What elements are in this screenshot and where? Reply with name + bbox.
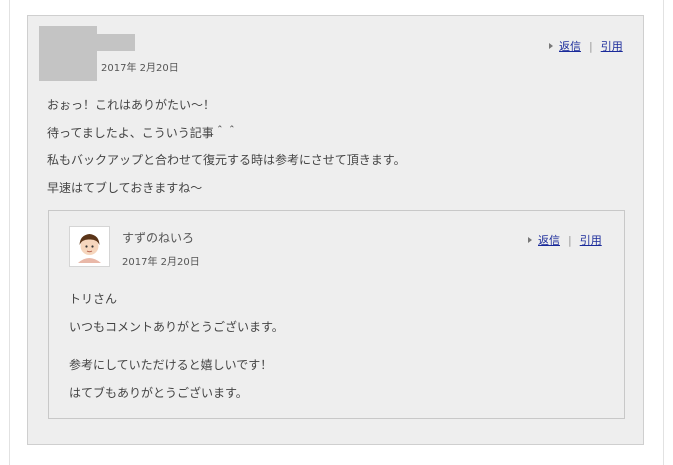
comment-date: 2017年 2月20日	[101, 63, 179, 74]
reply-body-line: はてブもありがとうございます。	[69, 386, 248, 400]
page-border-right	[663, 0, 664, 465]
reply-link[interactable]: 返信	[538, 232, 560, 248]
quote-link[interactable]: 引用	[580, 232, 602, 248]
reply-actions: 返信 | 引用	[528, 232, 602, 248]
comment-body-line: おぉっ！これはありがたい～！	[47, 98, 216, 112]
comment-card: 2017年 2月20日 返信 | 引用 おぉっ！これはありがたい～！ 待ってまし…	[27, 15, 644, 445]
reply-link[interactable]: 返信	[559, 38, 581, 54]
reply-date: 2017年 2月20日	[122, 257, 200, 268]
comment-body-line: 早速はてブしておきますね～	[47, 181, 203, 195]
reply-body-line: トリさん	[69, 292, 118, 306]
action-separator: |	[589, 39, 593, 53]
page-border-left	[9, 0, 10, 465]
reply-author: すずのねいろ	[122, 231, 195, 245]
avatar-icon	[69, 226, 110, 267]
reply-card: すずのねいろ 2017年 2月20日 返信 | 引用 トリさん いつもコメントあ…	[48, 210, 625, 419]
triangle-right-icon	[528, 237, 532, 243]
triangle-right-icon	[549, 43, 553, 49]
comment-body-line: 私もバックアップと合わせて復元する時は参考にさせて頂きます。	[47, 153, 406, 167]
reply-body-line: いつもコメントありがとうございます。	[69, 320, 284, 334]
comment-actions: 返信 | 引用	[549, 38, 623, 54]
commenter-avatar-redacted	[39, 26, 97, 81]
comment-body-line: 待ってましたよ、こういう記事＾＾	[47, 126, 238, 140]
commenter-name-redacted	[97, 34, 135, 51]
action-separator: |	[568, 233, 572, 247]
reply-body-line: 参考にしていただけると嬉しいです！	[69, 358, 273, 372]
quote-link[interactable]: 引用	[601, 38, 623, 54]
